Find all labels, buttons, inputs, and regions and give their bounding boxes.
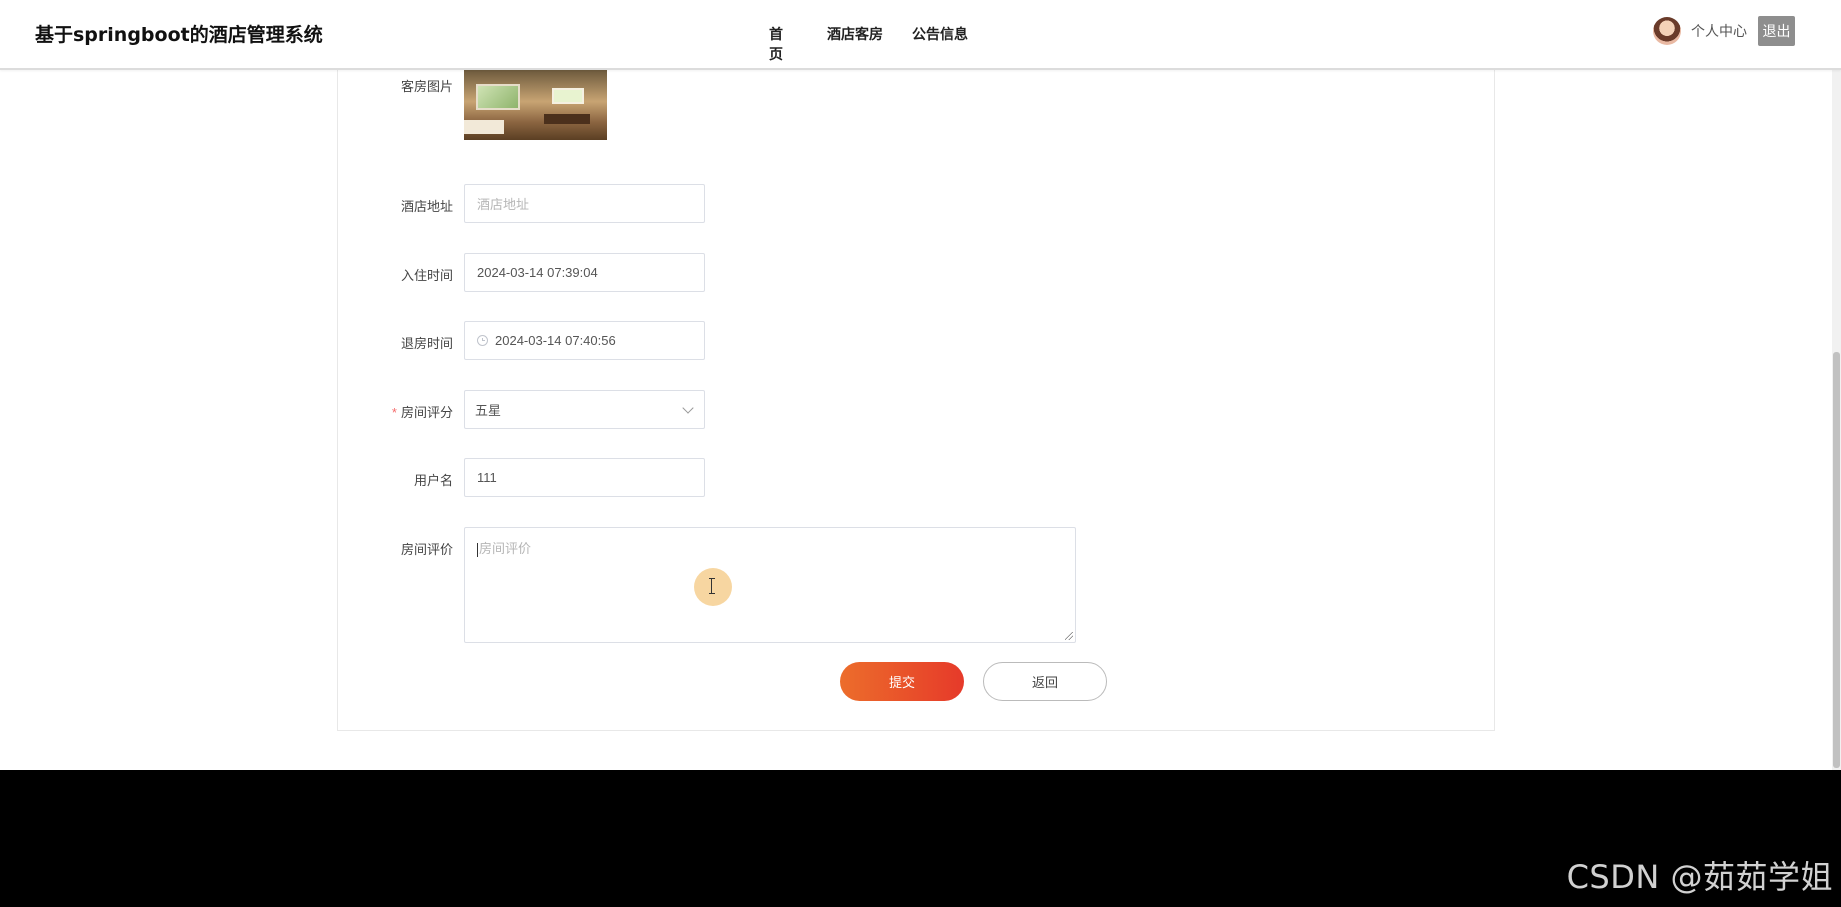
- nav-home[interactable]: 首页: [769, 24, 783, 64]
- submit-button[interactable]: 提交: [840, 662, 964, 701]
- required-mark: *: [391, 405, 397, 420]
- room-window-graphic: [476, 84, 520, 110]
- text-cursor-icon: [709, 578, 716, 594]
- hotel-address-input[interactable]: 酒店地址: [464, 184, 705, 223]
- logout-button[interactable]: 退出: [1758, 16, 1795, 46]
- room-tv-graphic: [552, 88, 584, 104]
- room-review-placeholder: 房间评价: [479, 541, 532, 556]
- room-desk-graphic: [544, 114, 590, 124]
- room-rating-label-text: 房间评分: [400, 405, 453, 420]
- room-rating-value: 五星: [475, 403, 502, 418]
- checkout-time-label: 退房时间: [400, 336, 453, 351]
- room-review-label: 房间评价: [400, 542, 453, 557]
- watermark: CSDN @茹茹学姐: [1566, 858, 1833, 896]
- top-navbar: 基于springboot的酒店管理系统 首页 酒店客房 公告信息 个人中心 退出: [0, 0, 1841, 70]
- text-caret: [477, 542, 478, 557]
- username-input[interactable]: 111: [464, 458, 705, 497]
- room-bed-graphic: [464, 120, 504, 134]
- resize-grip-icon[interactable]: [1065, 632, 1073, 640]
- nav-hotel-rooms[interactable]: 酒店客房: [827, 24, 907, 44]
- checkin-time-input[interactable]: 2024-03-14 07:39:04: [464, 253, 705, 292]
- room-review-textarea[interactable]: 房间评价: [464, 527, 1076, 643]
- room-rating-select[interactable]: 五星: [464, 390, 705, 429]
- site-title: 基于springboot的酒店管理系统: [35, 24, 323, 46]
- username-label: 用户名: [413, 473, 453, 488]
- checkout-time-value: 2024-03-14 07:40:56: [495, 333, 616, 348]
- checkout-time-input[interactable]: 2024-03-14 07:40:56: [464, 321, 705, 360]
- hotel-address-label: 酒店地址: [400, 199, 453, 214]
- nav-announcements[interactable]: 公告信息: [912, 24, 992, 44]
- checkin-time-label: 入住时间: [400, 268, 453, 283]
- user-area: 个人中心 退出: [1653, 16, 1795, 46]
- avatar[interactable]: [1653, 17, 1681, 45]
- user-center-link[interactable]: 个人中心: [1691, 21, 1747, 41]
- back-button[interactable]: 返回: [983, 662, 1107, 701]
- clock-icon: [477, 335, 488, 346]
- page-footer: [0, 770, 1841, 907]
- room-rating-label: * 房间评分: [333, 402, 453, 421]
- room-image: [464, 70, 607, 140]
- chevron-down-icon: [682, 402, 694, 414]
- scrollbar-thumb[interactable]: [1833, 352, 1840, 768]
- room-image-label: 客房图片: [400, 79, 453, 94]
